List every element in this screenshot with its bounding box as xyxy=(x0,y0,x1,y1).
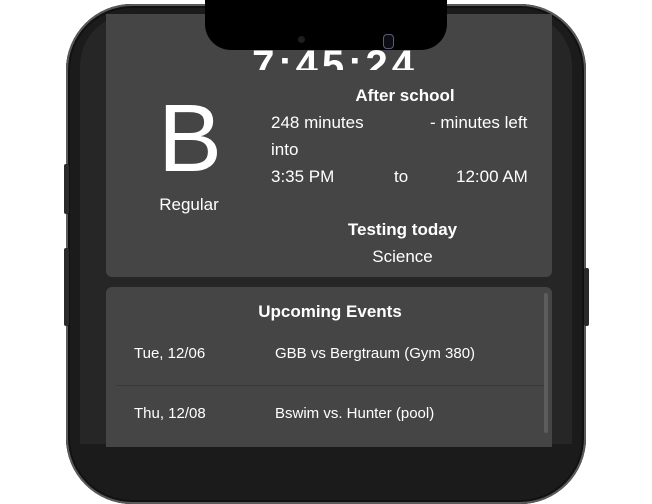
event-name[interactable]: Bswim vs. Hunter (pool) xyxy=(275,405,434,422)
phone-side-button xyxy=(64,164,69,214)
events-title: Upcoming Events xyxy=(258,302,402,321)
phone-side-button xyxy=(584,268,589,326)
to-label: to xyxy=(394,167,409,186)
event-date: Thu, 12/08 xyxy=(134,405,206,422)
event-divider xyxy=(116,385,544,386)
period-end-time: 12:00 AM xyxy=(456,167,528,186)
event-date: Tue, 12/06 xyxy=(134,345,206,362)
camera-icon xyxy=(383,34,394,49)
minutes-left: - minutes left xyxy=(430,113,528,132)
phone-side-button xyxy=(64,248,69,326)
testing-subject: Science xyxy=(372,247,433,266)
period-start-time: 3:35 PM xyxy=(271,167,335,186)
testing-title: Testing today xyxy=(347,220,458,239)
schedule-letter: B xyxy=(157,85,223,192)
minutes-into: 248 minutes xyxy=(271,113,364,132)
into-label: into xyxy=(271,140,299,159)
event-name[interactable]: GBB vs Bergtraum (Gym 380) xyxy=(275,345,475,362)
period-title: After school xyxy=(355,86,455,105)
events-scrollbar[interactable] xyxy=(544,293,548,433)
schedule-type-label: Regular xyxy=(159,195,219,214)
phone-notch xyxy=(205,0,447,50)
